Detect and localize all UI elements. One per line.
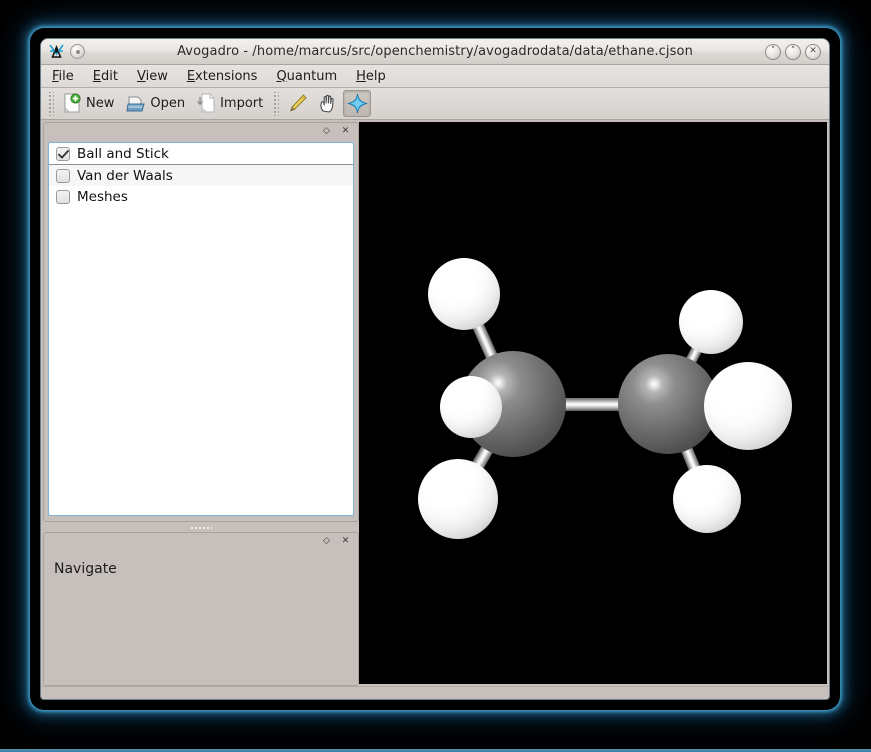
menu-file[interactable]: File [50, 68, 76, 85]
maximize-button[interactable]: ˄ [785, 43, 801, 60]
tool-settings-panel: ◇ ✕ Navigate [43, 532, 359, 686]
window-control-buttons: ˅ ˄ ✕ [765, 43, 829, 60]
active-tool-name: Navigate [54, 561, 117, 577]
tools-toolbar-drag-handle[interactable] [272, 91, 280, 116]
layer-checkbox-van-der-waals[interactable] [56, 168, 70, 183]
draw-tool-button[interactable] [283, 90, 311, 117]
molecule-atom-h[interactable] [440, 376, 502, 438]
layers-panel-titlebar: ◇ ✕ [44, 123, 358, 139]
menu-view-mnemonic: V [136, 68, 146, 84]
layers-list[interactable]: Ball and Stick Van der Waals Meshes [48, 142, 354, 516]
menubar: File Edit View Extensions Quantum Help [41, 65, 829, 88]
menu-edit-rest: dit [101, 68, 118, 84]
window-menu-button[interactable] [70, 44, 85, 59]
open-folder-icon [126, 96, 146, 111]
layer-label-ball-and-stick: Ball and Stick [77, 146, 169, 162]
layer-checkbox-meshes[interactable] [56, 189, 70, 204]
layer-checkbox-ball-and-stick[interactable] [56, 147, 70, 161]
molecule-3d-viewport[interactable] [359, 122, 827, 684]
new-button[interactable]: New [57, 90, 120, 117]
molecule-atom-h[interactable] [679, 290, 743, 354]
layers-panel-body: Ball and Stick Van der Waals Meshes [44, 139, 358, 521]
molecule-atom-c[interactable] [618, 354, 718, 454]
menu-view[interactable]: View [135, 68, 170, 85]
close-button[interactable]: ✕ [805, 43, 821, 60]
layers-panel-float-button[interactable]: ◇ [320, 125, 333, 138]
layer-label-meshes: Meshes [77, 188, 128, 205]
avogadro-logo-icon [49, 44, 64, 58]
hand-icon [320, 94, 334, 113]
sparkle-icon [347, 93, 368, 114]
menu-edit[interactable]: Edit [91, 68, 120, 85]
desktop-background: Avogadro - /home/marcus/src/openchemistr… [0, 0, 871, 752]
titlebar-left-controls [41, 43, 85, 60]
import-file-icon [197, 93, 215, 113]
molecule-atom-h[interactable] [673, 465, 741, 533]
layer-item-ball-and-stick[interactable]: Ball and Stick [49, 144, 353, 165]
menu-quantum-mnemonic: Q [276, 68, 287, 84]
layers-panel: ◇ ✕ Ball and Stick Van der Waals Meshes [43, 122, 359, 522]
manipulate-tool-button[interactable] [343, 90, 372, 117]
tool-panel-titlebar: ◇ ✕ [44, 533, 358, 549]
menu-view-rest: iew [145, 68, 168, 84]
dock-splitter-handle[interactable] [43, 522, 359, 532]
molecule-atom-h[interactable] [428, 258, 500, 330]
open-button[interactable]: Open [120, 91, 191, 117]
menu-help-rest: elp [365, 68, 386, 84]
layer-item-meshes[interactable]: Meshes [49, 186, 353, 207]
splitter-grip-dots [190, 525, 212, 529]
menu-file-rest: ile [58, 68, 74, 84]
minimize-button[interactable]: ˅ [765, 43, 781, 60]
toolbar-drag-handle[interactable] [47, 91, 54, 116]
menu-extensions-mnemonic: E [186, 68, 196, 84]
layer-label-van-der-waals: Van der Waals [77, 167, 173, 184]
left-dock-area: ◇ ✕ Ball and Stick Van der Waals Meshes … [41, 120, 359, 686]
pencil-icon [289, 94, 307, 112]
open-button-label: Open [150, 96, 186, 111]
menu-edit-mnemonic: E [92, 68, 101, 84]
menu-quantum-rest: uantum [286, 68, 338, 84]
import-button[interactable]: Import [191, 90, 269, 117]
tool-panel-body: Navigate [44, 549, 358, 685]
window-title: Avogadro - /home/marcus/src/openchemistr… [177, 44, 693, 59]
molecule-atom-h[interactable] [704, 362, 792, 450]
layers-panel-close-button[interactable]: ✕ [339, 125, 352, 138]
navigate-tool-button[interactable] [313, 90, 341, 117]
molecule-atom-h[interactable] [418, 459, 498, 539]
tool-panel-close-button[interactable]: ✕ [339, 535, 352, 548]
window-titlebar[interactable]: Avogadro - /home/marcus/src/openchemistr… [41, 39, 829, 65]
new-button-label: New [86, 96, 115, 111]
menu-help[interactable]: Help [354, 68, 388, 85]
checkmark-icon [57, 149, 69, 158]
main-content-area: ◇ ✕ Ball and Stick Van der Waals Meshes … [41, 120, 829, 686]
tool-panel-float-button[interactable]: ◇ [320, 535, 333, 548]
avogadro-main-window: Avogadro - /home/marcus/src/openchemistr… [40, 38, 830, 700]
status-bar [41, 686, 829, 699]
menu-quantum[interactable]: Quantum [274, 68, 339, 85]
new-file-icon [64, 93, 81, 113]
import-button-label: Import [220, 96, 264, 111]
menu-extensions[interactable]: Extensions [185, 68, 260, 85]
main-toolbar: New Open Import [41, 88, 829, 120]
layer-item-van-der-waals[interactable]: Van der Waals [49, 165, 353, 186]
menu-extensions-rest: xtensions [195, 68, 258, 84]
menu-help-mnemonic: H [356, 68, 366, 84]
